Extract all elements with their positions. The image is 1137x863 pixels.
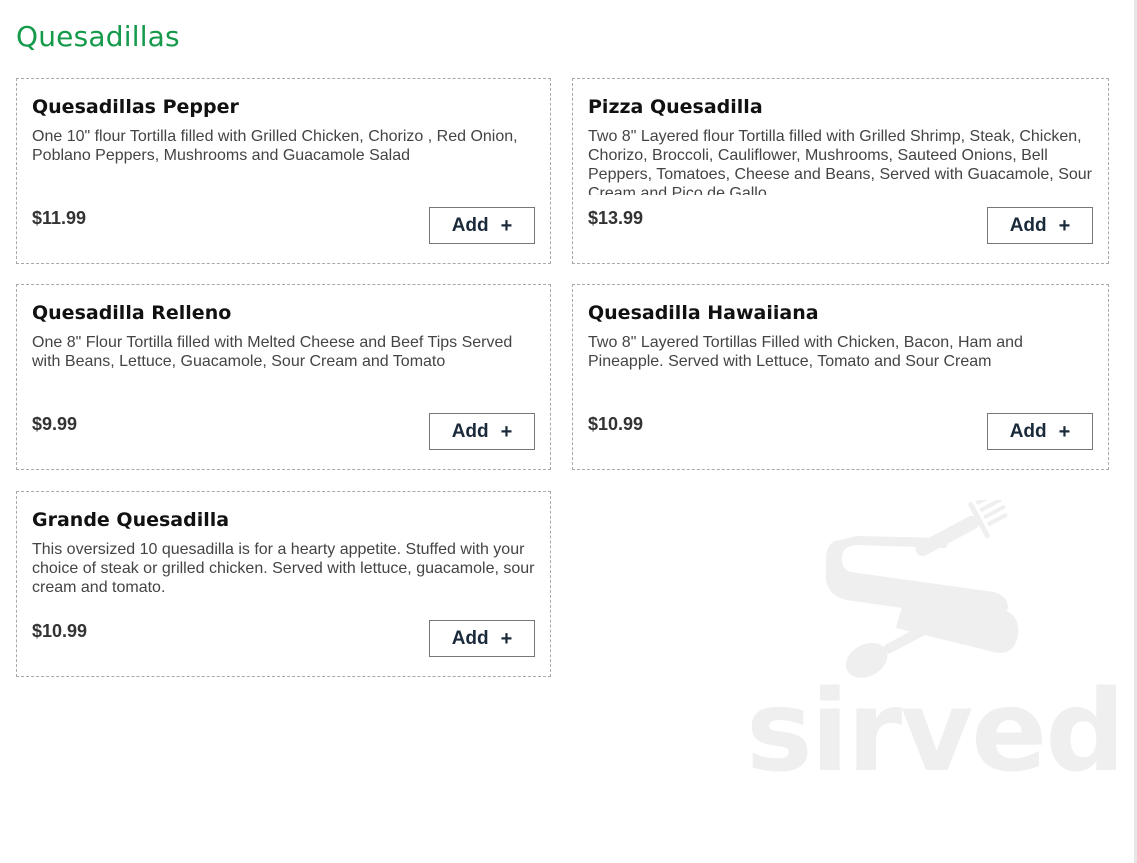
add-button[interactable]: Add +: [429, 207, 535, 244]
plus-icon: +: [500, 420, 513, 443]
add-button-label: Add: [1009, 214, 1047, 236]
menu-item-card: Grande Quesadilla This oversized 10 ques…: [16, 491, 551, 677]
add-button[interactable]: Add +: [987, 413, 1093, 450]
item-name: Quesadilla Relleno: [32, 302, 232, 324]
item-price: $13.99: [588, 208, 644, 228]
item-price: $11.99: [32, 208, 87, 228]
item-price: $9.99: [32, 414, 78, 434]
add-button-label: Add: [451, 214, 489, 236]
plus-icon: +: [1058, 214, 1071, 237]
add-button[interactable]: Add +: [987, 207, 1093, 244]
add-button[interactable]: Add +: [429, 620, 535, 657]
item-price: $10.99: [32, 621, 88, 641]
watermark-text: sirved: [746, 667, 1125, 797]
item-name: Quesadilla Hawaiiana: [588, 302, 819, 324]
item-description: One 10" flour Tortilla filled with Grill…: [32, 128, 518, 164]
item-price: $10.99: [588, 414, 644, 434]
section-title: Quesadillas: [16, 20, 180, 53]
add-button[interactable]: Add +: [429, 413, 535, 450]
item-description: This oversized 10 quesadilla is for a he…: [32, 541, 535, 596]
item-name: Pizza Quesadilla: [588, 96, 763, 118]
menu-item-card: Quesadillas Pepper One 10" flour Tortill…: [16, 78, 551, 264]
plus-icon: +: [500, 627, 513, 650]
plus-icon: +: [500, 214, 513, 237]
menu-item-card: Quesadilla Relleno One 8" Flour Tortilla…: [16, 284, 551, 470]
add-button-label: Add: [451, 420, 489, 442]
add-button-label: Add: [1009, 420, 1047, 442]
item-name: Grande Quesadilla: [32, 509, 230, 531]
menu-item-card: Pizza Quesadilla Two 8" Layered flour To…: [572, 78, 1109, 264]
item-description: Two 8" Layered Tortillas Filled with Chi…: [588, 334, 1023, 370]
item-description: One 8" Flour Tortilla filled with Melted…: [32, 334, 513, 370]
item-name: Quesadillas Pepper: [32, 96, 239, 118]
plus-icon: +: [1058, 420, 1071, 443]
menu-item-card: Quesadilla Hawaiiana Two 8" Layered Tort…: [572, 284, 1109, 470]
item-description: Two 8" Layered flour Tortilla filled wit…: [588, 128, 1092, 195]
add-button-label: Add: [451, 627, 489, 649]
